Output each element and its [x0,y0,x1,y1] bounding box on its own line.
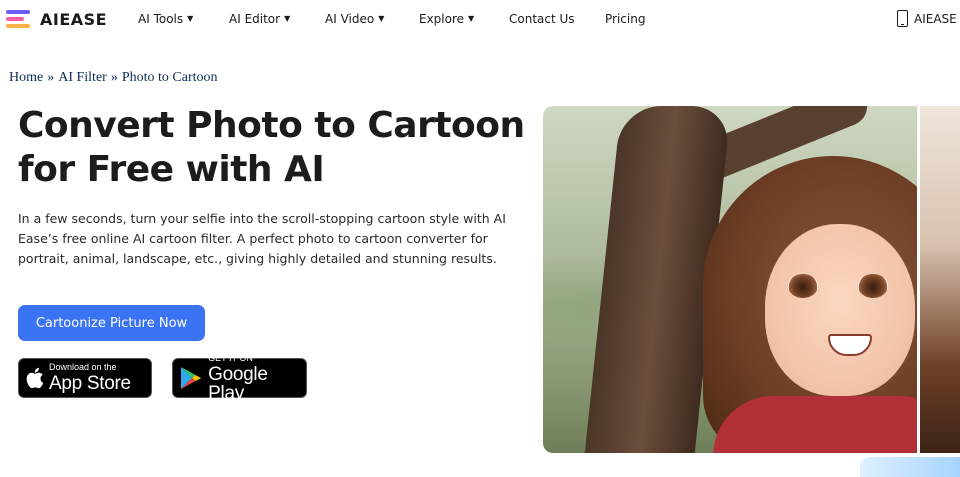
cartoonize-button[interactable]: Cartoonize Picture Now [18,305,205,341]
google-play-badge[interactable]: GET IT ON Google Play [172,353,307,403]
nav-item-label: Pricing [605,12,646,26]
nav-item-label: AI Video [325,12,375,26]
page-title-line2: for Free with AI [18,149,325,190]
nav-item-ai-video[interactable]: AI Video ▼ [325,12,384,26]
logo-icon [6,9,34,29]
chevron-down-icon: ▼ [284,13,291,23]
nav-item-ai-editor[interactable]: AI Editor ▼ [229,12,290,26]
breadcrumb-current[interactable]: Photo to Cartoon [122,70,218,86]
top-nav: AIEASE AI Tools ▼ AI Editor ▼ AI Video ▼… [0,0,960,40]
apple-icon [19,366,49,390]
logo[interactable]: AIEASE [6,9,107,29]
google-play-small-text: GET IT ON [208,352,253,363]
google-play-icon [173,366,208,390]
chevron-down-icon: ▼ [378,13,385,23]
nav-item-contact-us[interactable]: Contact Us [509,12,575,26]
nav-item-label: AI Tools [138,12,184,26]
nav-item-pricing[interactable]: Pricing [605,12,645,26]
nav-item-label: Explore [419,12,465,26]
app-store-big-text: App Store [49,373,131,394]
breadcrumb: Home » AI Filter » Photo to Cartoon [9,70,218,86]
decorative-glow [860,457,960,477]
nav-item-label: Contact Us [509,12,575,26]
google-play-big-text: Google Play [208,363,268,404]
chevron-down-icon: ▼ [187,13,194,23]
breadcrumb-home[interactable]: Home [9,70,43,86]
breadcrumb-ai-filter[interactable]: AI Filter [58,70,107,86]
phone-icon[interactable] [897,10,908,27]
breadcrumb-separator: » [110,70,118,85]
nav-item-explore[interactable]: Explore ▼ [419,12,474,26]
chevron-down-icon: ▼ [468,13,475,23]
hero-description: In a few seconds, turn your selfie into … [18,211,506,266]
nav-item-label: AI Editor [229,12,281,26]
page-title: Convert Photo to Cartoon for Free with A… [18,104,538,192]
cartoon-preview-image [543,106,960,453]
app-link[interactable]: AIEASE [914,12,957,26]
app-store-badge[interactable]: Download on the App Store [18,358,152,398]
logo-text: AIEASE [40,9,108,29]
breadcrumb-separator: » [47,70,55,85]
app-store-small-text: Download on the [49,362,117,372]
page-title-line1: Convert Photo to Cartoon [18,105,525,146]
nav-item-ai-tools[interactable]: AI Tools ▼ [138,12,193,26]
